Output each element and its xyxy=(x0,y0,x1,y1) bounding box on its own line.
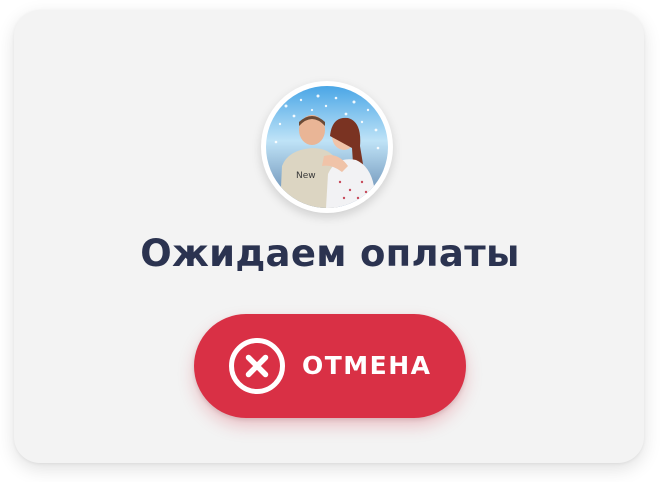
svg-text:New: New xyxy=(296,171,316,181)
cancel-button-label: ОТМЕНА xyxy=(302,351,432,380)
cancel-button[interactable]: ОТМЕНА xyxy=(194,314,466,418)
user-photo-icon: New xyxy=(266,86,388,208)
avatar-photo: New xyxy=(266,86,388,208)
page-title: Ожидаем оплаты xyxy=(140,232,520,275)
avatar: New xyxy=(261,81,393,213)
close-circle-icon xyxy=(229,338,285,394)
stage: New Ожидаем оплаты ОТМЕНА xyxy=(0,0,660,482)
